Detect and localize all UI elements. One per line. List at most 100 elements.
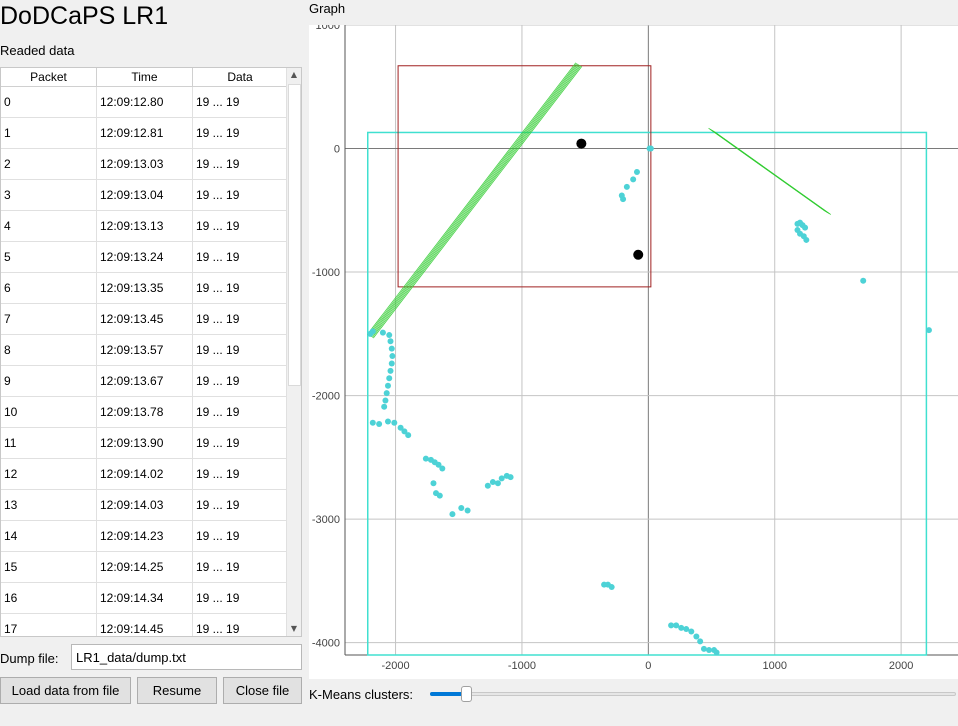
dump-file-input[interactable] <box>71 644 302 670</box>
centroid-point <box>633 249 644 260</box>
fitted-line <box>371 65 582 338</box>
y-tick-label: -1000 <box>312 267 340 279</box>
data-point <box>647 145 654 152</box>
cell-packet: 17 <box>1 614 97 636</box>
x-tick-label: 0 <box>645 660 651 672</box>
cell-packet: 4 <box>1 211 97 241</box>
cell-data: 19 ... 19 <box>193 583 288 613</box>
cell-data: 19 ... 19 <box>193 180 288 210</box>
table-row[interactable]: 12 12:09:14.02 19 ... 19 <box>1 459 288 490</box>
load-data-button[interactable]: Load data from file <box>0 677 131 704</box>
table-row[interactable]: 7 12:09:13.45 19 ... 19 <box>1 304 288 335</box>
fitted-line <box>370 64 581 338</box>
column-header-packet[interactable]: Packet <box>1 68 97 86</box>
cell-data: 19 ... 19 <box>193 459 288 489</box>
cell-packet: 3 <box>1 180 97 210</box>
data-point <box>382 397 389 404</box>
data-point <box>391 419 398 426</box>
cell-data: 19 ... 19 <box>193 521 288 551</box>
table-row[interactable]: 15 12:09:14.25 19 ... 19 <box>1 552 288 583</box>
data-point <box>376 421 383 427</box>
cell-data: 19 ... 19 <box>193 397 288 427</box>
data-point <box>484 482 491 489</box>
fitted-line <box>368 63 579 336</box>
data-point <box>379 329 386 336</box>
cell-data: 19 ... 19 <box>193 87 288 117</box>
cell-time: 12:09:13.78 <box>97 397 193 427</box>
cell-data: 19 ... 19 <box>193 304 288 334</box>
dump-file-label: Dump file: <box>0 651 59 666</box>
table-row[interactable]: 13 12:09:14.03 19 ... 19 <box>1 490 288 521</box>
cell-packet: 2 <box>1 149 97 179</box>
table-row[interactable]: 2 12:09:13.03 19 ... 19 <box>1 149 288 180</box>
table-row[interactable]: 11 12:09:13.90 19 ... 19 <box>1 428 288 459</box>
data-point <box>630 176 637 183</box>
table-row[interactable]: 17 12:09:14.45 19 ... 19 <box>1 614 288 636</box>
scatter-plot[interactable]: -2000 -1000 0 1000 2000 1000 0 -1000 -2000 -3000 -… <box>309 20 958 679</box>
data-point <box>384 382 391 389</box>
scroll-down-icon[interactable]: ▼ <box>287 622 301 636</box>
column-header-data[interactable]: Data <box>193 68 288 86</box>
cell-data: 19 ... 19 <box>193 242 288 272</box>
cell-time: 12:09:13.04 <box>97 180 193 210</box>
table-row[interactable]: 16 12:09:14.34 19 ... 19 <box>1 583 288 614</box>
data-point <box>449 511 456 518</box>
data-point <box>458 505 465 511</box>
table-row[interactable]: 9 12:09:13.67 19 ... 19 <box>1 366 288 397</box>
fitted-line <box>369 64 580 337</box>
cell-packet: 15 <box>1 552 97 582</box>
data-point <box>697 638 704 645</box>
cell-data: 19 ... 19 <box>193 149 288 179</box>
data-point <box>387 367 394 374</box>
table-row[interactable]: 1 12:09:12.81 19 ... 19 <box>1 118 288 149</box>
cell-packet: 0 <box>1 87 97 117</box>
resume-button[interactable]: Resume <box>137 677 217 704</box>
cluster-bounding-box <box>367 131 928 656</box>
close-file-button[interactable]: Close file <box>223 677 302 704</box>
data-point <box>389 353 396 360</box>
cell-time: 12:09:14.34 <box>97 583 193 613</box>
slider-handle[interactable] <box>461 686 472 702</box>
column-header-time[interactable]: Time <box>97 68 193 86</box>
fitted-line <box>372 66 583 339</box>
data-point <box>688 628 695 635</box>
graph-label: Graph <box>309 1 346 16</box>
table-header: Packet Time Data <box>1 68 301 87</box>
table-body: 0 12:09:12.80 19 ... 19 1 12:09:12.81 19 ... … <box>1 87 288 636</box>
data-point <box>494 480 501 487</box>
graph-panel[interactable]: -2000 -1000 0 1000 2000 1000 0 -1000 -2000 -3000 -… <box>309 20 958 679</box>
scrollbar-thumb[interactable] <box>288 84 301 386</box>
data-point <box>386 375 393 382</box>
cell-data: 19 ... 19 <box>193 211 288 241</box>
table-row[interactable]: 4 12:09:13.13 19 ... 19 <box>1 211 288 242</box>
cell-time: 12:09:12.81 <box>97 118 193 148</box>
data-point <box>422 455 429 462</box>
table-row[interactable]: 0 12:09:12.80 19 ... 19 <box>1 87 288 118</box>
table-row[interactable]: 5 12:09:13.24 19 ... 19 <box>1 242 288 273</box>
table-row[interactable]: 6 12:09:13.35 19 ... 19 <box>1 273 288 304</box>
table-row[interactable]: 14 12:09:14.23 19 ... 19 <box>1 521 288 552</box>
cell-data: 19 ... 19 <box>193 552 288 582</box>
cell-time: 12:09:13.90 <box>97 428 193 458</box>
table-row[interactable]: 10 12:09:13.78 19 ... 19 <box>1 397 288 428</box>
table-row[interactable]: 3 12:09:13.04 19 ... 19 <box>1 180 288 211</box>
data-point <box>439 465 446 472</box>
table-row[interactable]: 8 12:09:13.57 19 ... 19 <box>1 335 288 366</box>
centroid-point <box>576 138 587 149</box>
cell-data: 19 ... 19 <box>193 428 288 458</box>
table-scrollbar[interactable]: ▲ ▼ <box>286 68 301 636</box>
cell-data: 19 ... 19 <box>193 490 288 520</box>
cell-packet: 11 <box>1 428 97 458</box>
packet-table[interactable]: Packet Time Data 0 12:09:12.80 19 ... 19 1 1… <box>0 67 302 637</box>
data-point <box>388 345 395 352</box>
scroll-up-icon[interactable]: ▲ <box>287 68 301 82</box>
cell-data: 19 ... 19 <box>193 614 288 636</box>
data-point <box>489 479 496 486</box>
data-point <box>383 390 390 397</box>
data-point <box>925 327 932 334</box>
cell-time: 12:09:14.45 <box>97 614 193 636</box>
x-tick-label: -2000 <box>381 660 409 672</box>
kmeans-slider[interactable] <box>430 685 956 703</box>
data-point <box>633 169 640 175</box>
cell-data: 19 ... 19 <box>193 118 288 148</box>
